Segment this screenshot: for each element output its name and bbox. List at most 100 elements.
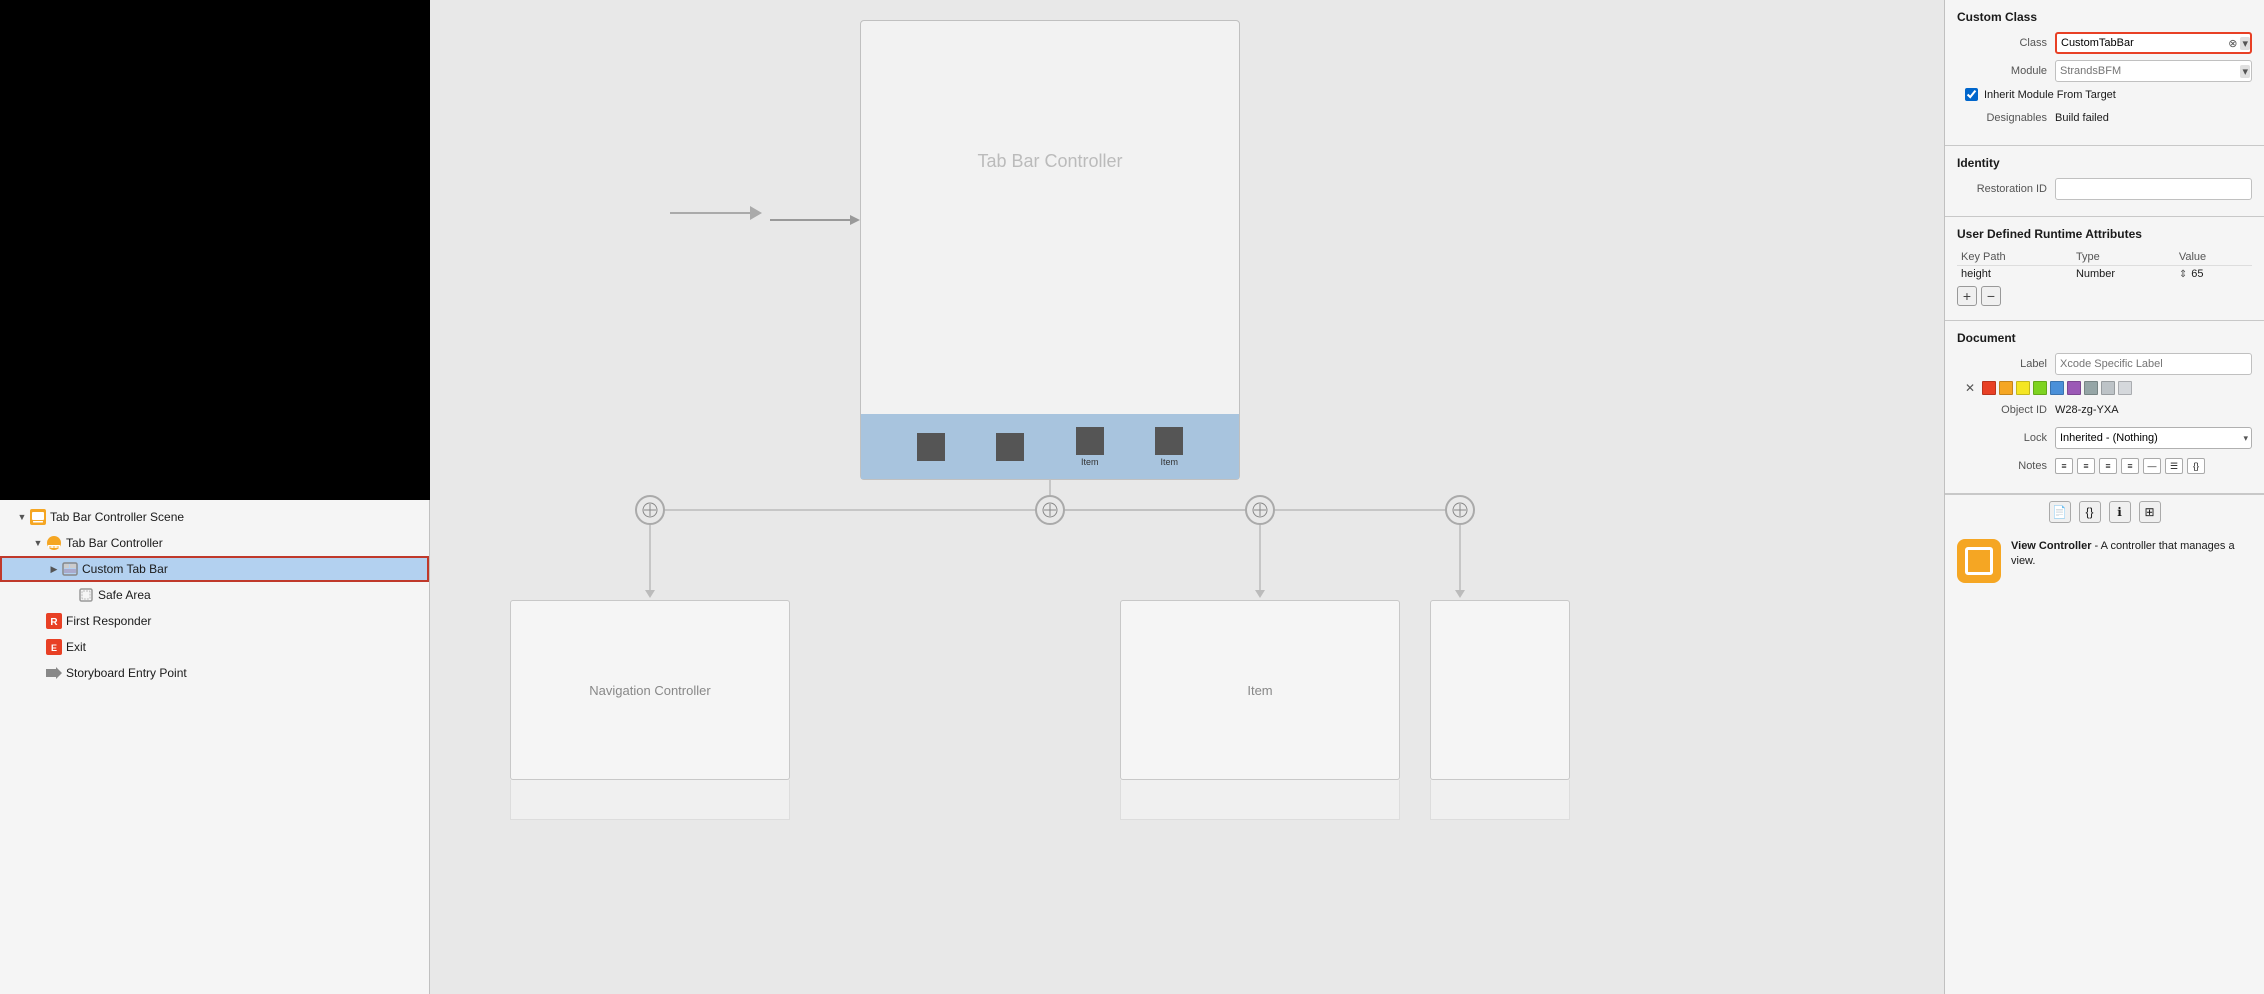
col-value: Value	[2175, 249, 2252, 266]
swatch-gray3[interactable]	[2118, 381, 2132, 395]
class-input[interactable]	[2055, 32, 2252, 54]
object-id-label: Object ID	[1957, 404, 2047, 416]
notes-row: Notes ≡ ≡ ≡ ≡ — ☰ {}	[1957, 455, 2252, 477]
icon-tabbar	[46, 535, 62, 551]
restoration-id-input[interactable]	[2055, 178, 2252, 200]
stepper-value: ⇕ 65	[2179, 268, 2248, 280]
notes-align-left[interactable]: ≡	[2055, 458, 2073, 474]
lock-select[interactable]: Inherited - (Nothing) Nothing All Proper…	[2055, 427, 2252, 449]
tab-item-4: Item	[1155, 427, 1183, 467]
item-controller-box: Item	[1120, 600, 1400, 780]
outline-item-tabbar-controller[interactable]: Tab Bar Controller	[0, 530, 429, 556]
notes-list[interactable]: ☰	[2165, 458, 2183, 474]
outline-item-safe-area[interactable]: Safe Area	[0, 582, 429, 608]
panel-btn-file[interactable]: 📄	[2049, 501, 2071, 523]
doc-label-label: Label	[1957, 358, 2047, 370]
disclosure-tabbar[interactable]	[32, 537, 44, 549]
stepper-arrows: ⇕	[2179, 269, 2187, 280]
notes-align-justify[interactable]: ≡	[2121, 458, 2139, 474]
right-panel: Custom Class Class ⊗ ▾ Module ▾	[1944, 0, 2264, 994]
vc-description: View Controller - A controller that mana…	[2011, 539, 2252, 570]
row-type: Number	[2072, 266, 2175, 283]
module-select-wrapper: ▾	[2055, 60, 2252, 82]
swatch-gray2[interactable]	[2101, 381, 2115, 395]
disclosure-scene[interactable]	[16, 511, 28, 523]
panel-btn-code[interactable]: {}	[2079, 501, 2101, 523]
notes-code[interactable]: {}	[2187, 458, 2205, 474]
col-keypath: Key Path	[1957, 249, 2072, 266]
item-controller-label: Item	[1247, 683, 1272, 698]
nav-controller-stub	[510, 780, 790, 820]
x-button[interactable]: ✕	[1965, 381, 1975, 395]
tab-label-4: Item	[1160, 457, 1178, 467]
color-swatch-row: ✕	[1957, 381, 2252, 395]
panel-btn-info[interactable]: ℹ	[2109, 501, 2131, 523]
left-panel: Tab Bar Controller Scene Tab Bar Control…	[0, 0, 430, 994]
outline-item-entry-point[interactable]: Storyboard Entry Point	[0, 660, 429, 686]
swatch-orange[interactable]	[1999, 381, 2013, 395]
tab-item-3: Item	[1076, 427, 1104, 467]
row-value: ⇕ 65	[2175, 266, 2252, 283]
swatch-purple[interactable]	[2067, 381, 2081, 395]
disclosure-custom-tabbar[interactable]	[48, 563, 60, 575]
identity-title: Identity	[1957, 156, 2252, 170]
attr-table: Key Path Type Value height Number ⇕ 65	[1957, 249, 2252, 282]
class-input-buttons: ⊗ ▾	[2226, 37, 2250, 50]
swatch-gray1[interactable]	[2084, 381, 2098, 395]
icon-safe-area	[78, 587, 94, 603]
runtime-attrs-title: User Defined Runtime Attributes	[1957, 227, 2252, 241]
notes-label: Notes	[1957, 460, 2047, 472]
custom-class-title: Custom Class	[1957, 10, 2252, 24]
designables-value: Build failed	[2055, 112, 2109, 124]
lock-row: Lock Inherited - (Nothing) Nothing All P…	[1957, 427, 2252, 449]
tab-icon-3	[1076, 427, 1104, 455]
inherit-checkbox-row: Inherit Module From Target	[1957, 88, 2252, 101]
notes-align-right[interactable]: ≡	[2099, 458, 2117, 474]
doc-label-input[interactable]	[2055, 353, 2252, 375]
designables-label: Designables	[1957, 112, 2047, 124]
vc-title: View Controller	[2011, 540, 2091, 552]
storyboard-canvas[interactable]: Tab Bar Controller Item Item	[430, 0, 1944, 994]
vc-icon-inner	[1965, 547, 1993, 575]
svg-text:E: E	[51, 643, 57, 653]
outline-item-scene[interactable]: Tab Bar Controller Scene	[0, 504, 429, 530]
outline-item-custom-tabbar[interactable]: Custom Tab Bar	[0, 556, 429, 582]
swatch-red[interactable]	[1982, 381, 1996, 395]
lock-label: Lock	[1957, 432, 2047, 444]
panel-btn-layout[interactable]: ⊞	[2139, 501, 2161, 523]
notes-align-center[interactable]: ≡	[2077, 458, 2095, 474]
module-input[interactable]	[2055, 60, 2252, 82]
icon-custom-tabbar	[62, 561, 78, 577]
outline-item-exit[interactable]: E Exit	[0, 634, 429, 660]
vc-icon-big	[1957, 539, 2001, 583]
add-attr-btn[interactable]: +	[1957, 286, 1977, 306]
vc-info-section: View Controller - A controller that mana…	[1945, 529, 2264, 593]
outline-item-first-responder[interactable]: R First Responder	[0, 608, 429, 634]
panel-icon-row: 📄 {} ℹ ⊞	[1945, 494, 2264, 529]
runtime-attrs-section: User Defined Runtime Attributes Key Path…	[1945, 217, 2264, 321]
document-section: Document Label ✕ Object ID	[1945, 321, 2264, 494]
tabbar-controller-mockup: Tab Bar Controller Item Item	[860, 20, 1240, 480]
module-label: Module	[1957, 65, 2047, 77]
tab-bar-strip: Item Item	[861, 414, 1239, 479]
inherit-label: Inherit Module From Target	[1984, 89, 2116, 101]
exit-label: Exit	[66, 640, 86, 654]
row-keypath: height	[1957, 266, 2072, 283]
object-id-row: Object ID W28-zg-YXA	[1957, 399, 2252, 421]
module-dropdown-btn[interactable]: ▾	[2240, 65, 2250, 78]
col-type: Type	[2072, 249, 2175, 266]
notes-dash[interactable]: —	[2143, 458, 2161, 474]
swatch-green[interactable]	[2033, 381, 2047, 395]
document-outline: Tab Bar Controller Scene Tab Bar Control…	[0, 500, 429, 994]
module-row: Module ▾	[1957, 60, 2252, 82]
first-responder-label: First Responder	[66, 614, 151, 628]
class-label: Class	[1957, 37, 2047, 49]
class-clear-btn[interactable]: ⊗	[2226, 37, 2239, 50]
swatch-yellow[interactable]	[2016, 381, 2030, 395]
inherit-checkbox[interactable]	[1965, 88, 1978, 101]
tab-item-1	[917, 433, 945, 461]
swatch-blue[interactable]	[2050, 381, 2064, 395]
class-dropdown-btn[interactable]: ▾	[2240, 37, 2250, 50]
svg-text:R: R	[50, 617, 58, 628]
remove-attr-btn[interactable]: −	[1981, 286, 2001, 306]
